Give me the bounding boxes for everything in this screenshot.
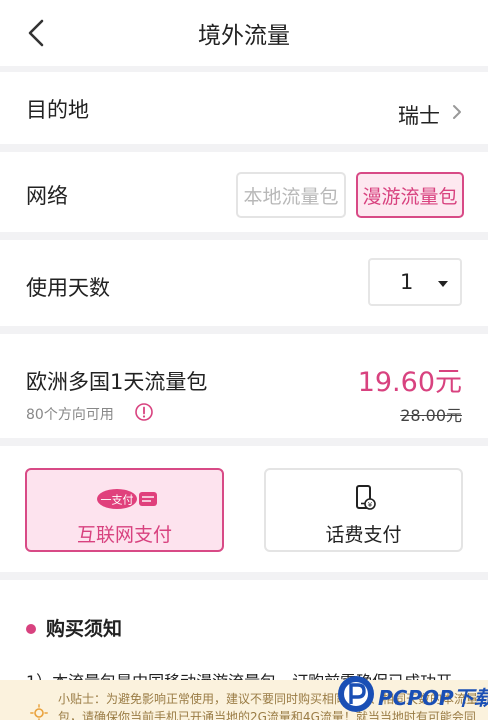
phone-icon: ¥ [356,485,376,510]
destination-value: 瑞士 [398,104,440,128]
package-original-price: 28.00元 [400,406,462,425]
pcpop-logo-icon [338,676,374,712]
package-coverage: 80个方向可用 [26,407,114,423]
svg-text:¥: ¥ [368,501,373,509]
internet-pay-button[interactable]: 一支付 互联网支付 [25,468,224,552]
roaming-package-button[interactable]: 漫游流量包 [356,172,464,218]
network-label: 网络 [26,184,68,208]
svg-text:一支付: 一支付 [101,494,134,507]
package-name: 欧洲多国1天流量包 [26,370,208,394]
days-value: 1 [400,270,414,294]
notice-title: 购买须知 [46,618,123,640]
destination-row[interactable]: 目的地 瑞士 [0,72,488,144]
chevron-right-icon [453,105,461,119]
package-card: 欧洲多国1天流量包 80个方向可用 19.60元 28.00元 [0,334,488,438]
days-row: 使用天数 1 [0,240,488,326]
payment-section: 一支付 互联网支付 ¥ 话费支付 [0,446,488,572]
network-row: 网络 本地流量包 漫游流量包 [0,152,488,232]
phone-bill-pay-button[interactable]: ¥ 话费支付 [264,468,463,552]
destination-label: 目的地 [26,98,89,122]
page-title: 境外流量 [198,23,290,49]
notice-section: 购买须知 1）本流量包是中国移动漫游流量包，订购前需确保已成功开 [0,580,488,691]
bullet-dot-icon [26,624,36,634]
days-label: 使用天数 [26,276,110,300]
sun-icon [30,704,48,720]
unionpay-logo-icon: 一支付 [97,489,157,509]
watermark-text: PCPOP下载 [378,686,488,710]
package-price: 19.60元 [357,367,462,398]
local-package-button[interactable]: 本地流量包 [236,172,346,218]
internet-pay-label: 互联网支付 [76,524,172,546]
header-bar: 境外流量 [0,0,488,66]
watermark: PCPOP下载 [336,672,488,718]
info-icon[interactable] [134,402,154,422]
days-select[interactable]: 1 [368,258,462,306]
phone-bill-pay-label: 话费支付 [325,524,402,546]
caret-down-icon [438,281,448,287]
